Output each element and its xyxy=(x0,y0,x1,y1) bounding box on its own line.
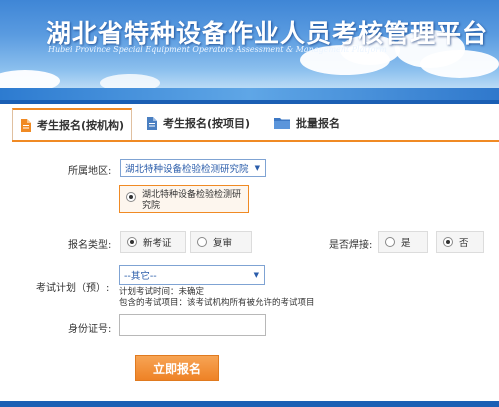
folder-icon xyxy=(274,117,290,129)
type-review-label: 复审 xyxy=(213,238,233,249)
tab-register-by-project[interactable]: 考生报名(按项目) xyxy=(146,108,264,138)
weld-yes-radio[interactable] xyxy=(385,237,395,247)
chevron-down-icon: ▼ xyxy=(253,271,259,279)
plan-select-value: --其它-- xyxy=(124,271,157,282)
region-label: 所属地区: xyxy=(68,166,112,177)
plan-select[interactable]: --其它-- ▼ xyxy=(119,265,265,285)
tab-label: 考生报名(按项目) xyxy=(163,117,251,130)
sea-decoration xyxy=(0,88,499,100)
plan-items-note: 包含的考试项目：该考试机构所有被允许的考试项目 xyxy=(119,298,315,308)
plan-label: 考试计划（预）: xyxy=(36,283,110,294)
org-option-label: 湖北特种设备检验检测研究院 xyxy=(142,190,242,211)
weld-yes-label: 是 xyxy=(401,238,411,249)
weld-option-no[interactable]: 否 xyxy=(436,231,484,253)
type-option-review[interactable]: 复审 xyxy=(190,231,252,253)
header-banner: 湖北省特种设备作业人员考核管理平台 Hubei Province Special… xyxy=(0,0,499,100)
submit-button[interactable]: 立即报名 xyxy=(135,355,219,381)
weld-no-radio[interactable] xyxy=(443,237,453,247)
page-subtitle: Hubei Province Special Equipment Operato… xyxy=(48,45,387,54)
type-review-radio[interactable] xyxy=(197,237,207,247)
cloud-decoration xyxy=(420,50,499,78)
nav-divider xyxy=(0,100,499,104)
tab-batch-register[interactable]: 批量报名 xyxy=(274,108,374,138)
tab-label: 批量报名 xyxy=(296,117,340,130)
weld-option-yes[interactable]: 是 xyxy=(378,231,428,253)
document-icon xyxy=(20,118,31,132)
type-label: 报名类型: xyxy=(68,240,112,251)
footer-divider xyxy=(0,401,499,407)
chevron-down-icon: ▼ xyxy=(254,164,260,172)
tab-register-by-org[interactable]: 考生报名(按机构) xyxy=(12,108,132,140)
document-icon xyxy=(146,116,157,130)
type-new-label: 新考证 xyxy=(143,238,172,249)
org-radio[interactable] xyxy=(126,192,136,202)
type-option-new[interactable]: 新考证 xyxy=(120,231,186,253)
tab-label: 考生报名(按机构) xyxy=(36,119,125,132)
region-select-value: 湖北特种设备检验检测研究院 xyxy=(125,164,249,175)
tab-bar: 考生报名(按机构) 考生报名(按项目) 批量报名 xyxy=(12,108,499,142)
weld-no-label: 否 xyxy=(459,238,469,249)
region-select[interactable]: 湖北特种设备检验检测研究院 ▼ xyxy=(120,159,266,177)
org-option[interactable]: 湖北特种设备检验检测研究院 xyxy=(119,185,249,213)
weld-label: 是否焊接: xyxy=(329,240,373,251)
type-new-radio[interactable] xyxy=(127,237,137,247)
id-number-input[interactable] xyxy=(119,314,266,336)
id-label: 身份证号: xyxy=(68,324,112,335)
